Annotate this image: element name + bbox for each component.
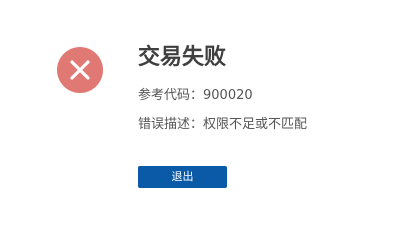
error-description-line: 错误描述：权限不足或不匹配: [138, 115, 307, 135]
error-x-icon: [57, 47, 103, 93]
page-title: 交易失败: [138, 45, 227, 70]
error-description-value: 权限不足或不匹配: [203, 117, 308, 132]
reference-code-label: 参考代码：: [138, 88, 204, 103]
reference-code-value: 900020: [203, 88, 253, 103]
transaction-failed-page: 交易失败 参考代码：900020 错误描述：权限不足或不匹配 退出: [0, 0, 400, 232]
reference-code-line: 参考代码：900020: [138, 86, 253, 106]
exit-button[interactable]: 退出: [138, 166, 227, 188]
error-description-label: 错误描述：: [138, 117, 204, 132]
